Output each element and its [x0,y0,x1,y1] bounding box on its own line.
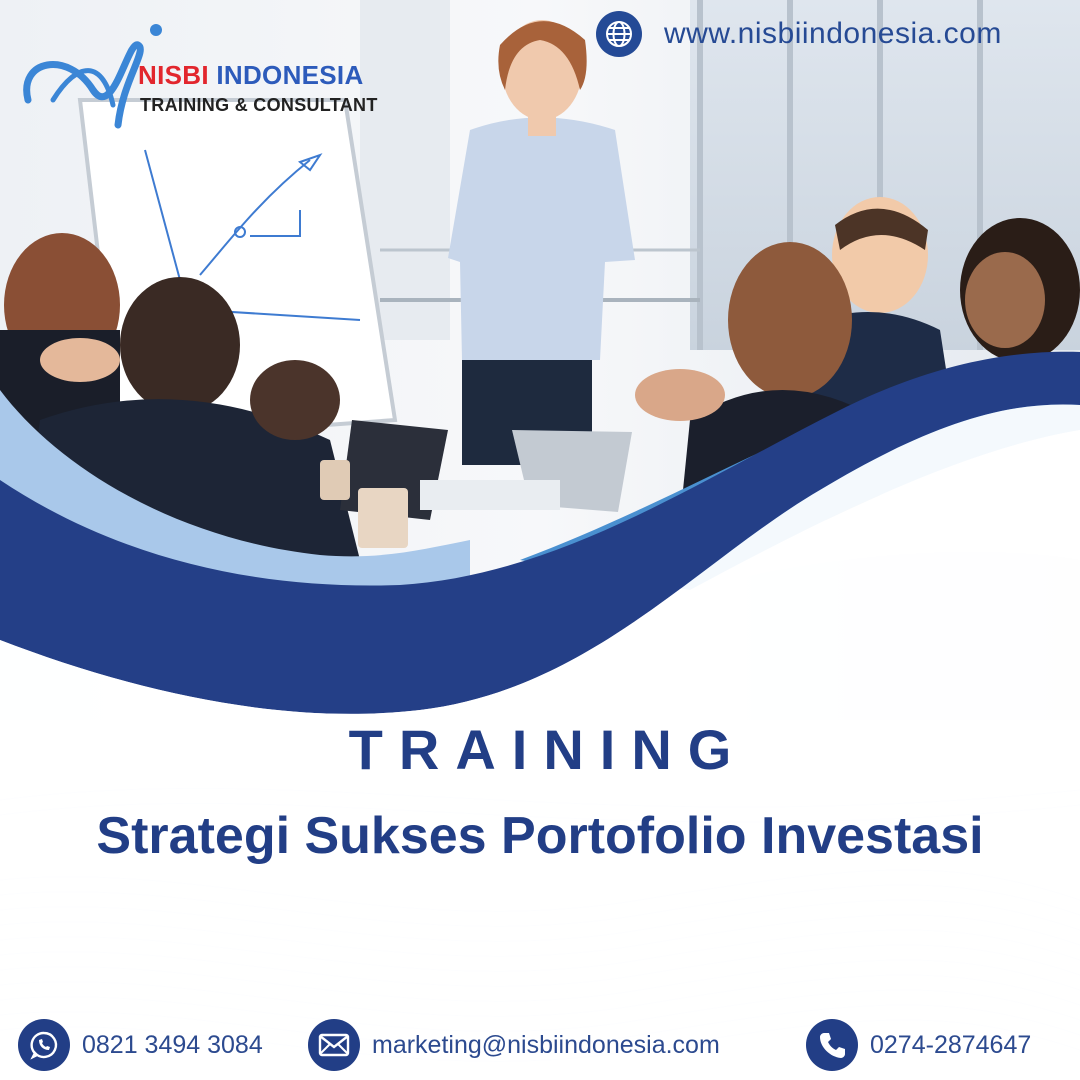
phone-icon [806,1019,858,1071]
mail-icon [308,1019,360,1071]
brand-name-part2: INDONESIA [208,60,364,90]
website-url[interactable]: www.nisbiindonesia.com [664,17,1002,51]
phone-number[interactable]: 0274-2874647 [870,1031,1031,1060]
brand-name-part1: NISBI [138,60,209,90]
brand-tagline: TRAINING & CONSULTANT [140,95,378,115]
contact-phone[interactable]: 0274-2874647 [806,1018,1031,1072]
promo-banner: NISBI INDONESIA TRAINING & CONSULTANT ww… [0,0,1080,1080]
globe-icon [596,11,642,57]
page-title: Strategi Sukses Portofolio Investasi [96,807,984,865]
contact-whatsapp[interactable]: 0821 3494 3084 [18,1018,263,1072]
brand-logo: NISBI INDONESIA TRAINING & CONSULTANT [18,20,388,130]
email-address[interactable]: marketing@nisbiindonesia.com [372,1031,720,1060]
website-link[interactable]: www.nisbiindonesia.com [596,8,1002,60]
whatsapp-number[interactable]: 0821 3494 3084 [82,1031,263,1060]
title-kicker: TRAINING [348,718,748,781]
brand-name: NISBI INDONESIA [138,60,364,91]
contact-email[interactable]: marketing@nisbiindonesia.com [308,1018,720,1072]
whatsapp-icon [18,1019,70,1071]
wave-decoration [0,351,1080,1080]
